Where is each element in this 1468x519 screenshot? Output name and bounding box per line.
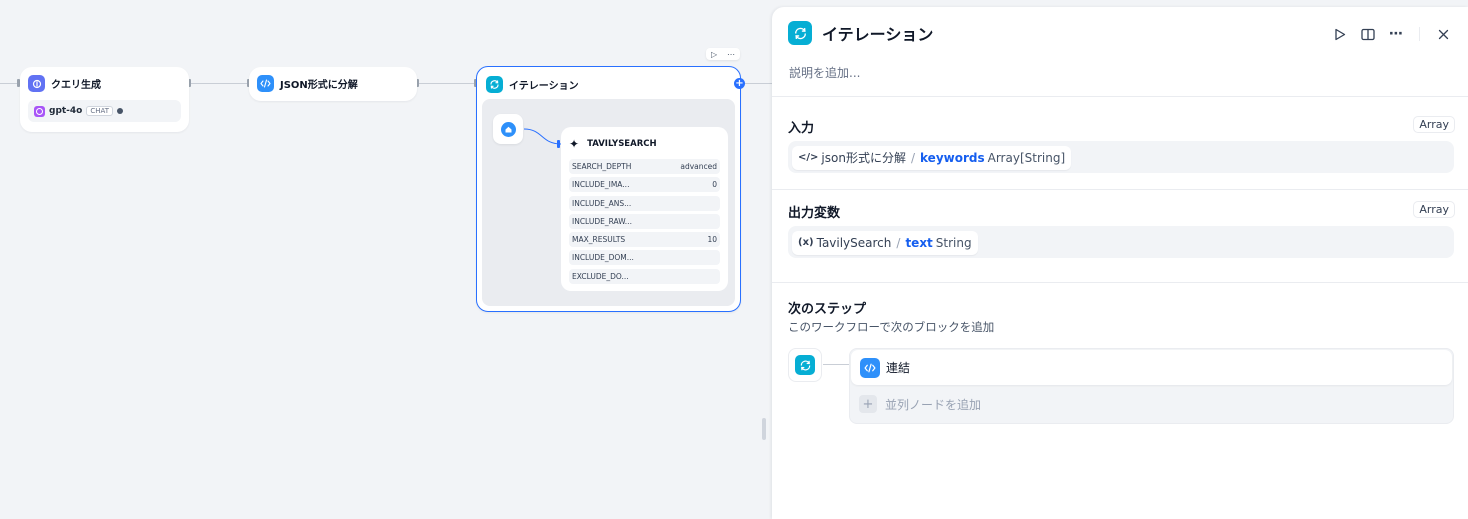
add-parallel-label: 並列ノードを追加: [885, 397, 982, 412]
close-icon[interactable]: [1434, 25, 1452, 43]
variable-type: String: [935, 235, 972, 250]
param-row: INCLUDE_RAW...: [569, 213, 720, 229]
iteration-icon: [788, 21, 812, 45]
output-label: 出力変数: [788, 206, 841, 221]
param-row: EXCLUDE_DO...: [569, 268, 720, 284]
panel-resize-handle[interactable]: [762, 418, 766, 440]
settings-icon: [117, 108, 124, 114]
param-row: MAX_RESULTS 10: [569, 232, 720, 248]
param-name: INCLUDE_ANS...: [572, 198, 632, 208]
variable-type: Array[String]: [987, 150, 1066, 165]
sparkle-icon: ✦: [569, 137, 580, 151]
input-variable-selector[interactable]: </> json形式に分解 / keywords Array[String]: [788, 141, 1454, 173]
param-name: MAX_RESULTS: [572, 235, 626, 245]
run-icon[interactable]: [1331, 25, 1349, 43]
input-type-badge: Array: [1413, 116, 1455, 133]
variable-name: keywords: [920, 150, 985, 165]
path-separator: /: [910, 150, 916, 165]
param-row: INCLUDE_DOM...: [569, 250, 720, 266]
book-icon[interactable]: [1359, 25, 1377, 43]
next-step-list: 連結 + 並列ノードを追加: [849, 348, 1454, 424]
iteration-start-node[interactable]: [493, 114, 523, 144]
node-title: JSON形式に分解: [280, 80, 358, 91]
path-separator: /: [896, 235, 901, 250]
divider: [772, 189, 1468, 190]
edge-json-iteration: [417, 83, 477, 84]
node-title: TAVILYSEARCH: [587, 139, 657, 149]
param-row: SEARCH_DEPTH advanced: [569, 159, 720, 174]
more-icon[interactable]: ⋯: [727, 50, 735, 59]
param-name: INCLUDE_DOM...: [572, 253, 634, 263]
divider: [1419, 27, 1420, 41]
node-json-split[interactable]: JSON形式に分解: [249, 67, 417, 101]
output-type-badge: Array: [1413, 201, 1455, 218]
description-input[interactable]: 説明を追加...: [789, 64, 860, 81]
param-value: 0: [712, 180, 717, 190]
variable-chip[interactable]: </> json形式に分解 / keywords Array[String]: [792, 145, 1072, 170]
code-icon: [257, 75, 274, 92]
panel-title[interactable]: イテレーション: [822, 21, 933, 45]
param-value: 10: [707, 235, 717, 245]
output-variable-selector[interactable]: (x) TavilySearch / text String: [788, 226, 1454, 258]
node-tavilysearch[interactable]: ✦ TAVILYSEARCH SEARCH_DEPTH advanced INCLU…: [561, 127, 728, 292]
divider: [772, 96, 1468, 97]
variable-chip[interactable]: (x) TavilySearch / text String: [792, 230, 978, 255]
plus-icon: +: [859, 395, 877, 413]
variable-source: json形式に分解: [821, 151, 906, 165]
run-icon[interactable]: ▷: [711, 50, 717, 59]
next-step-label: 次のステップ: [788, 302, 867, 317]
iteration-icon: [795, 355, 815, 375]
iteration-icon: [486, 76, 503, 93]
divider: [772, 282, 1468, 283]
more-icon[interactable]: ⋯: [1387, 25, 1405, 43]
param-list: SEARCH_DEPTH advanced INCLUDE_IMA... 0 INCLU…: [569, 159, 720, 284]
node-query-generation[interactable]: クエリ生成 gpt-4o CHAT: [20, 67, 189, 132]
param-row: INCLUDE_IMA... 0: [569, 177, 720, 193]
param-name: INCLUDE_RAW...: [572, 216, 632, 226]
home-icon: [500, 121, 516, 137]
openai-icon: [34, 105, 45, 117]
variable-source: TavilySearch: [816, 235, 892, 250]
param-value: advanced: [680, 162, 717, 171]
next-step-item[interactable]: 連結: [851, 350, 1452, 385]
model-name: gpt-4o: [49, 106, 83, 116]
param-name: SEARCH_DEPTH: [572, 162, 632, 171]
current-node-block: [788, 348, 822, 382]
mode-badge: CHAT: [86, 106, 114, 116]
edge-query-json: [189, 83, 249, 84]
param-row: INCLUDE_ANS...: [569, 195, 720, 211]
llm-icon: [28, 75, 45, 92]
next-step-subtitle: このワークフローで次のブロックを追加: [788, 320, 995, 334]
model-selector[interactable]: gpt-4o CHAT: [28, 100, 181, 122]
node-title: イテレーション: [509, 81, 579, 92]
variable-name: text: [905, 235, 933, 250]
next-step-item-label: 連結: [886, 361, 911, 375]
connector-line: [823, 364, 849, 365]
workflow-canvas[interactable]: クエリ生成 gpt-4o CHAT JSON形式に分解 ▷ ⋯ イテレーション: [0, 0, 772, 519]
node-toolbar[interactable]: ▷ ⋯: [706, 48, 740, 60]
node-title: クエリ生成: [51, 80, 101, 91]
param-name: INCLUDE_IMA...: [572, 180, 630, 190]
node-detail-panel: イテレーション ⋯ 説明を追加... 入力 Array </> json形式に分…: [772, 7, 1468, 519]
input-label: 入力: [788, 121, 815, 136]
variable-icon: (x): [798, 237, 814, 248]
code-icon: [860, 357, 880, 378]
add-next-node-button[interactable]: +: [734, 78, 745, 89]
param-name: EXCLUDE_DO...: [572, 271, 629, 281]
add-parallel-node-button[interactable]: + 並列ノードを追加: [859, 395, 981, 413]
port[interactable]: [557, 140, 560, 148]
code-icon: </>: [798, 152, 819, 163]
